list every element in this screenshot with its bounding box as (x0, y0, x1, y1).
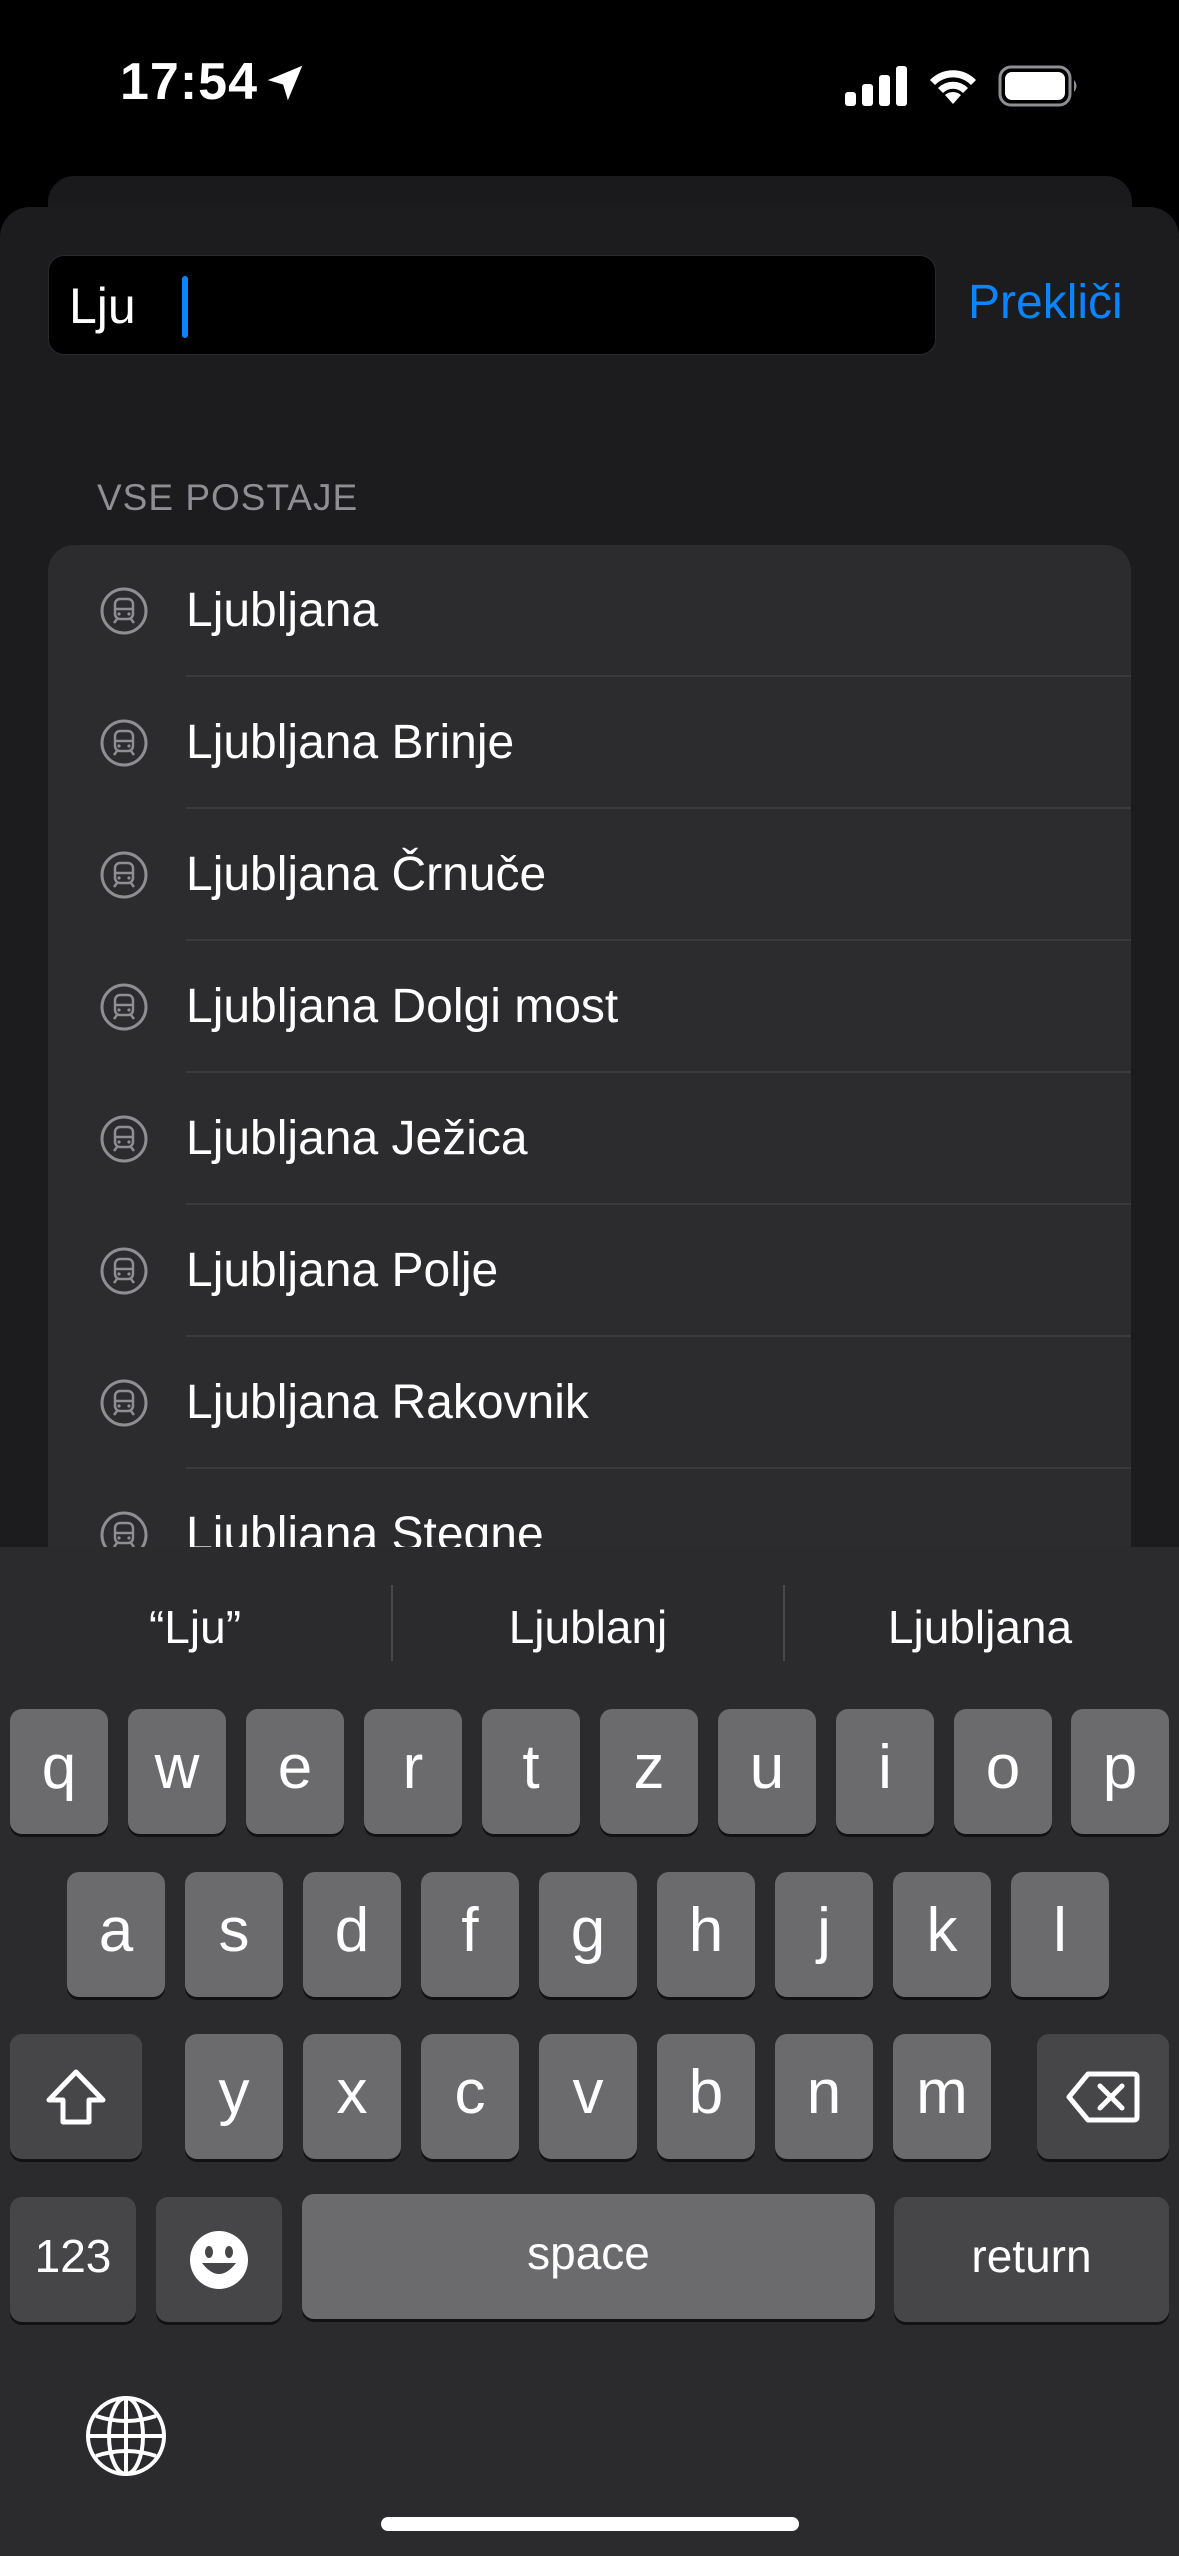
emoji-key[interactable] (156, 2197, 282, 2322)
status-bar: 17:54 (0, 0, 1179, 170)
home-indicator[interactable] (381, 2517, 799, 2531)
station-row[interactable]: Ljubljana Ježica (48, 1073, 1131, 1205)
key[interactable]: h (657, 1872, 755, 1997)
key[interactable]: z (600, 1709, 698, 1834)
train-station-icon (100, 719, 148, 767)
key[interactable]: n (775, 2034, 873, 2159)
emoji-icon (190, 2230, 248, 2289)
station-row[interactable]: Ljubljana Polje (48, 1205, 1131, 1337)
key[interactable]: g (539, 1872, 637, 1997)
section-header-all-stations: VSE POSTAJE (97, 477, 359, 518)
key[interactable]: w (128, 1709, 226, 1834)
key[interactable]: a (67, 1872, 165, 1997)
train-station-icon (100, 983, 148, 1031)
globe-icon[interactable] (84, 2394, 168, 2478)
cancel-button[interactable]: Prekliči (968, 273, 1123, 333)
numbers-key[interactable]: 123 (10, 2197, 136, 2322)
key[interactable]: t (482, 1709, 580, 1834)
station-row[interactable]: Ljubljana Brinje (48, 677, 1131, 809)
key[interactable]: m (893, 2034, 991, 2159)
suggestion-item[interactable]: Ljubljana (785, 1599, 1175, 1655)
wifi-icon (930, 70, 976, 104)
location-arrow-icon (267, 65, 303, 101)
key[interactable]: y (185, 2034, 283, 2159)
station-name: Ljubljana Rakovnik (186, 1376, 589, 1429)
station-row[interactable]: Ljubljana (48, 545, 1131, 677)
key[interactable]: r (364, 1709, 462, 1834)
train-station-icon (100, 1379, 148, 1427)
suggestion-item[interactable]: Ljublanj (393, 1599, 783, 1655)
train-station-icon (100, 851, 148, 899)
key[interactable]: p (1071, 1709, 1169, 1834)
key[interactable]: x (303, 2034, 401, 2159)
key[interactable]: i (836, 1709, 934, 1834)
station-name: Ljubljana Dolgi most (186, 980, 619, 1033)
key[interactable]: b (657, 2034, 755, 2159)
key[interactable]: v (539, 2034, 637, 2159)
key[interactable]: k (893, 1872, 991, 1997)
key[interactable]: s (185, 1872, 283, 1997)
train-station-icon (100, 1115, 148, 1163)
delete-backspace-icon (1066, 2071, 1140, 2122)
station-name: Ljubljana Polje (186, 1244, 499, 1297)
cellular-signal-icon (845, 66, 907, 106)
key[interactable]: j (775, 1872, 873, 1997)
station-search-sheet: Lju Prekliči VSE POSTAJE Ljubljana Ljubl… (0, 207, 1179, 1607)
station-name: Ljubljana (186, 584, 379, 637)
key[interactable]: q (10, 1709, 108, 1834)
station-list: Ljubljana Ljubljana Brinje Ljubljana Črn… (48, 545, 1131, 1607)
battery-icon (998, 65, 1077, 107)
key[interactable]: o (954, 1709, 1052, 1834)
key[interactable]: d (303, 1872, 401, 1997)
delete-key[interactable] (1037, 2034, 1169, 2159)
return-key[interactable]: return (894, 2197, 1169, 2322)
key[interactable]: l (1011, 1872, 1109, 1997)
station-row[interactable]: Ljubljana Dolgi most (48, 941, 1131, 1073)
train-station-icon (100, 1247, 148, 1295)
status-time: 17:54 (120, 53, 258, 111)
search-input[interactable]: Lju (48, 255, 936, 355)
keyboard: “Lju” Ljublanj Ljubljana q w e r t z u i… (0, 1547, 1179, 2556)
key[interactable]: e (246, 1709, 344, 1834)
station-name: Ljubljana Ježica (186, 1112, 528, 1165)
key[interactable]: c (421, 2034, 519, 2159)
space-key[interactable]: space (302, 2194, 875, 2319)
shift-icon (46, 2069, 106, 2124)
suggestion-item[interactable]: “Lju” (0, 1599, 390, 1655)
station-name: Ljubljana Črnuče (186, 848, 547, 901)
train-station-icon (100, 587, 148, 635)
text-cursor (182, 276, 188, 338)
key[interactable]: f (421, 1872, 519, 1997)
search-input-value: Lju (69, 278, 136, 334)
station-name: Ljubljana Brinje (186, 716, 515, 769)
shift-key[interactable] (10, 2034, 142, 2159)
station-row[interactable]: Ljubljana Črnuče (48, 809, 1131, 941)
station-row[interactable]: Ljubljana Rakovnik (48, 1337, 1131, 1469)
key[interactable]: u (718, 1709, 816, 1834)
